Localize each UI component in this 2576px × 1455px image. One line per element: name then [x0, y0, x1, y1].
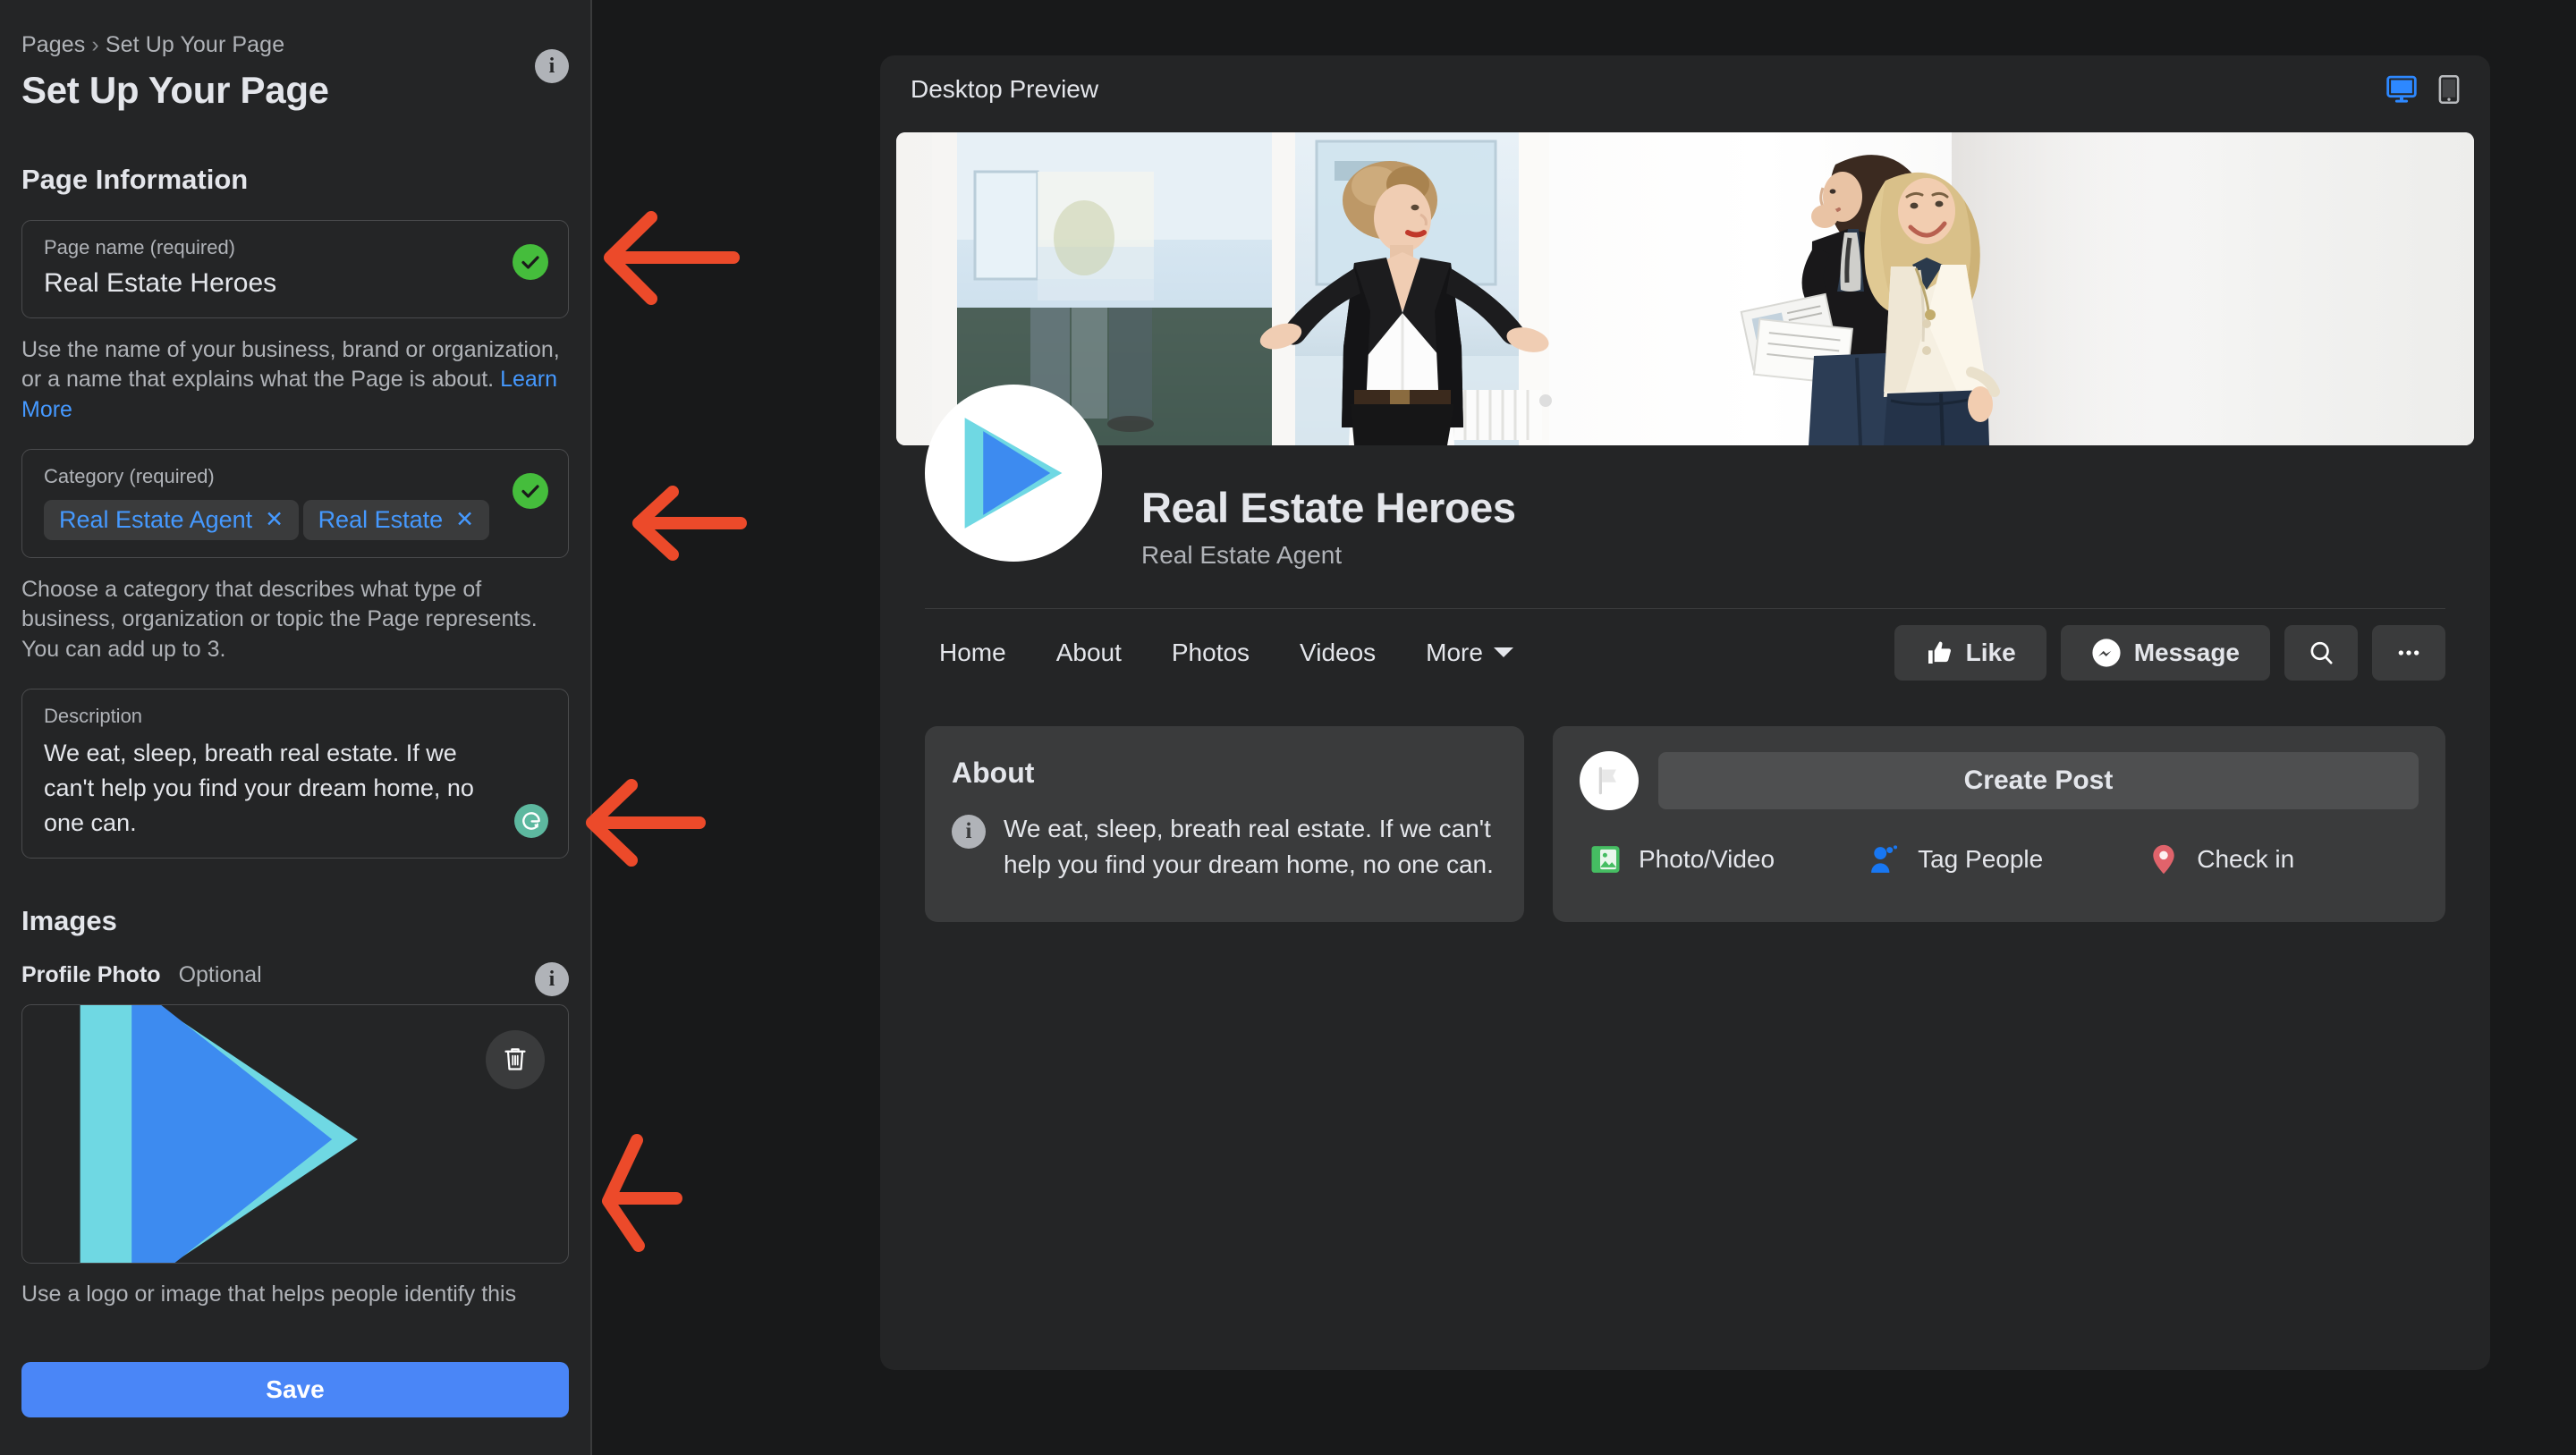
category-chip-label: Real Estate Agent — [59, 505, 253, 533]
grammarly-icon[interactable] — [514, 804, 548, 839]
delete-profile-photo-button[interactable] — [486, 1030, 545, 1090]
desktop-preview-panel: Desktop Preview Real Estate Heroes Real … — [880, 55, 2490, 1370]
nav-item-home[interactable]: Home — [939, 639, 1006, 667]
breadcrumb-separator: › — [91, 32, 99, 57]
page-navbar: Home About Photos Videos More Like Messa… — [925, 608, 2445, 696]
profile-photo-label: Profile Photo — [21, 962, 161, 988]
chevron-down-icon — [1493, 647, 1513, 657]
profile-photo-field[interactable] — [21, 1004, 569, 1265]
ellipsis-icon — [2398, 649, 2419, 656]
breadcrumb-current: Set Up Your Page — [105, 32, 285, 57]
about-body: i We eat, sleep, breath real estate. If … — [952, 811, 1497, 883]
nav-item-about[interactable]: About — [1056, 639, 1122, 667]
profile-photo-optional-label: Optional — [178, 962, 262, 988]
cover-photo[interactable] — [896, 132, 2474, 445]
page-display-name: Real Estate Heroes — [1141, 484, 1516, 531]
category-label: Category (required) — [44, 465, 215, 488]
messenger-icon — [2092, 638, 2121, 667]
section-images: Images — [21, 905, 117, 937]
category-helper: Choose a category that describes what ty… — [21, 576, 538, 662]
profile-photo-info-icon[interactable]: i — [535, 962, 569, 997]
page-info-icon[interactable]: i — [535, 49, 569, 83]
composer-top-row: Create Post — [1580, 751, 2419, 810]
page-action-buttons: Like Message — [1894, 624, 2445, 681]
nav-item-photos[interactable]: Photos — [1172, 639, 1250, 667]
category-chip-remove-icon[interactable]: ✕ — [455, 506, 474, 533]
save-bar: Save — [0, 1324, 590, 1455]
about-card: About i We eat, sleep, breath real estat… — [925, 726, 1524, 922]
setup-sidebar: Pages › Set Up Your Page Set Up Your Page … — [0, 0, 592, 1455]
category-chip-remove-icon[interactable]: ✕ — [265, 506, 284, 533]
thumbs-up-icon — [1928, 641, 1951, 664]
cover-photo-image — [896, 132, 2474, 445]
page-title: Set Up Your Page — [21, 69, 329, 111]
about-text: We eat, sleep, breath real estate. If we… — [1004, 815, 1494, 878]
page-meta: Real Estate Heroes Real Estate Agent — [1141, 483, 1516, 570]
nav-item-videos[interactable]: Videos — [1300, 639, 1376, 667]
preview-title: Desktop Preview — [911, 75, 1099, 103]
preview-area: Desktop Preview Real Estate Heroes Real … — [592, 0, 2576, 1455]
more-options-button[interactable] — [2372, 624, 2445, 681]
composer-avatar[interactable] — [1580, 751, 1639, 810]
check-in-label: Check in — [2197, 845, 2295, 873]
search-button[interactable] — [2284, 624, 2358, 681]
page-display-category: Real Estate Agent — [1141, 541, 1343, 569]
composer-actions: Photo/Video Tag People Check in — [1580, 842, 2419, 876]
page-name-valid-icon — [513, 244, 548, 280]
tag-people-action[interactable]: Tag People — [1868, 842, 2147, 876]
breadcrumb: Pages › Set Up Your Page — [21, 0, 569, 58]
profile-photo-thumbnail — [80, 1005, 358, 1264]
create-post-button[interactable]: Create Post — [1658, 752, 2419, 809]
page-nav-links: Home About Photos Videos More — [939, 639, 1513, 667]
tag-people-label: Tag People — [1918, 845, 2044, 873]
about-heading: About — [952, 757, 1035, 789]
like-button-label: Like — [1965, 638, 2016, 666]
device-toggle-group — [2386, 75, 2460, 104]
category-chip[interactable]: Real Estate ✕ — [302, 499, 490, 540]
category-chip-list: Real Estate Agent ✕ Real Estate ✕ — [44, 489, 547, 540]
page-name-helper: Use the name of your business, brand or … — [21, 335, 569, 426]
desktop-icon[interactable] — [2386, 75, 2417, 104]
page-name-helper-text: Use the name of your business, brand or … — [21, 336, 560, 393]
check-in-action[interactable]: Check in — [2147, 842, 2410, 876]
page-name-field[interactable]: Page name (required) Real Estate Heroes — [21, 220, 569, 318]
search-icon — [2310, 641, 2333, 664]
like-button[interactable]: Like — [1894, 624, 2046, 681]
app-root: Pages › Set Up Your Page Set Up Your Page … — [0, 0, 2576, 1455]
page-name-label: Page name (required) — [44, 236, 236, 258]
nav-more-label: More — [1426, 638, 1483, 666]
message-button[interactable]: Message — [2060, 624, 2270, 681]
section-page-information: Page Information — [21, 164, 249, 195]
tag-people-icon — [1871, 845, 1898, 873]
message-button-label: Message — [2133, 638, 2240, 666]
photo-video-label: Photo/Video — [1639, 845, 1775, 873]
sidebar-scroll-area[interactable]: Pages › Set Up Your Page Set Up Your Page … — [0, 0, 590, 1324]
about-info-icon: i — [952, 815, 986, 849]
profile-photo-row: Profile Photo Optional i — [21, 962, 569, 997]
page-name-value[interactable]: Real Estate Heroes — [44, 266, 547, 300]
mobile-icon[interactable] — [2438, 75, 2460, 104]
flag-icon — [1598, 766, 1616, 795]
location-pin-icon — [2153, 844, 2174, 875]
category-field[interactable]: Category (required) Real Estate Agent ✕ … — [21, 449, 569, 558]
save-button[interactable]: Save — [21, 1361, 569, 1417]
breadcrumb-parent[interactable]: Pages — [21, 32, 85, 57]
page-content-row: About i We eat, sleep, breath real estat… — [925, 726, 2445, 922]
nav-item-more[interactable]: More — [1426, 639, 1513, 667]
profile-photo-helper: Use a logo or image that helps people id… — [21, 1282, 517, 1307]
photo-video-icon — [1591, 846, 1620, 873]
page-profile-row: Real Estate Heroes Real Estate Agent — [925, 385, 2445, 608]
description-field[interactable]: Description We eat, sleep, breath real e… — [21, 689, 569, 859]
description-value[interactable]: We eat, sleep, breath real estate. If we… — [44, 736, 509, 841]
page-avatar[interactable] — [925, 385, 1102, 562]
play-logo-icon — [964, 418, 1063, 529]
composer-card: Create Post Photo/Video Tag People Check… — [1553, 726, 2445, 922]
photo-video-action[interactable]: Photo/Video — [1589, 842, 1868, 876]
category-chip-label: Real Estate — [318, 505, 444, 533]
description-label: Description — [44, 705, 143, 728]
preview-header: Desktop Preview — [880, 55, 2490, 123]
category-chip[interactable]: Real Estate Agent ✕ — [44, 499, 300, 540]
